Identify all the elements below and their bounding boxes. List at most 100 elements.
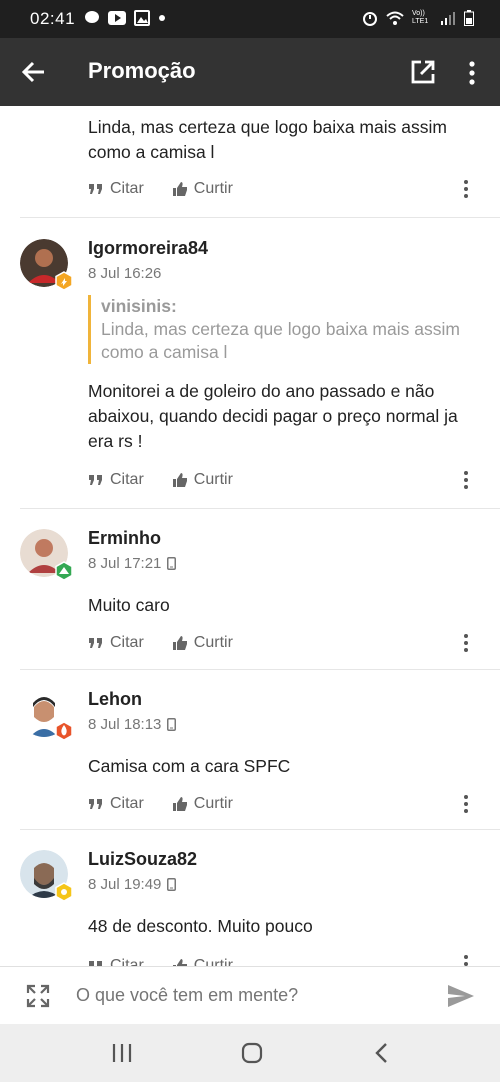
comment-text: 48 de desconto. Muito pouco: [88, 916, 313, 936]
rank-badge-icon: [55, 561, 73, 581]
recent-apps-icon[interactable]: [110, 1042, 134, 1064]
mobile-device-icon: [167, 718, 177, 731]
comment-author[interactable]: Erminho: [88, 528, 161, 549]
dot-icon: [159, 15, 165, 21]
comment-meta: 8 Jul 17:21: [88, 555, 177, 572]
like-label: Curtir: [193, 795, 233, 812]
comment-item: Erminho 8 Jul 17:21 Muito caro Citar Cur…: [0, 509, 500, 670]
rank-badge-icon: [55, 882, 73, 902]
open-in-new-icon[interactable]: [410, 59, 436, 85]
like-button[interactable]: Curtir: [172, 634, 233, 652]
like-button[interactable]: Curtir: [172, 180, 233, 198]
comment-item: LuizSouza82 8 Jul 19:49 48 de desconto. …: [0, 830, 500, 966]
chat-bubble-icon: [85, 11, 99, 23]
comment-more-icon[interactable]: [462, 794, 470, 814]
comment-actions: Citar Curtir: [88, 177, 261, 201]
avatar[interactable]: [20, 239, 73, 291]
comment-text: Monitorei a de goleiro do ano passado e …: [88, 381, 458, 451]
comment-actions: Citar Curtir: [88, 468, 261, 492]
volte-icon: Vo)) LTE1: [412, 10, 429, 25]
thumbs-up-icon: [172, 636, 187, 650]
comment-more-icon[interactable]: [462, 470, 470, 490]
system-nav-bar: [0, 1024, 500, 1082]
comment-date: 8 Jul 18:13: [88, 716, 162, 733]
avatar[interactable]: [20, 689, 73, 741]
expand-icon[interactable]: [26, 984, 50, 1008]
comment-more-icon[interactable]: [462, 954, 470, 966]
quote-author: vinisinis:: [101, 296, 177, 316]
comment-item: Lehon 8 Jul 18:13 Camisa com a cara SPFC…: [0, 670, 500, 830]
comment-date: 8 Jul 17:21: [88, 555, 162, 572]
avatar[interactable]: [20, 850, 73, 902]
thumbs-up-icon: [172, 182, 187, 196]
quote-label: Citar: [110, 795, 144, 812]
quote-label: Citar: [110, 634, 144, 651]
mobile-device-icon: [167, 878, 177, 891]
quoted-comment: vinisinis: Linda, mas certeza que logo b…: [88, 295, 481, 364]
comment-feed[interactable]: Linda, mas certeza que logo baixa mais a…: [0, 106, 500, 966]
arrow-back-icon[interactable]: [20, 58, 48, 86]
mobile-device-icon: [167, 557, 177, 570]
status-bar: 02:41 Vo)) LTE1: [0, 0, 500, 38]
comment-more-icon[interactable]: [462, 633, 470, 653]
signal-icon: [441, 12, 455, 25]
comment-date: 8 Jul 16:26: [88, 265, 162, 282]
battery-icon: [464, 10, 474, 26]
comment-item: Linda, mas certeza que logo baixa mais a…: [0, 106, 500, 218]
app-bar: Promoção: [0, 38, 500, 106]
quote-icon: [89, 184, 102, 194]
comment-date: 8 Jul 19:49: [88, 876, 162, 893]
quote-button[interactable]: Citar: [88, 795, 144, 813]
comment-author[interactable]: Lehon: [88, 689, 142, 710]
comment-more-icon[interactable]: [462, 179, 470, 199]
like-button[interactable]: Curtir: [172, 795, 233, 813]
quote-button[interactable]: Citar: [88, 180, 144, 198]
avatar[interactable]: [20, 529, 73, 581]
comment-text: Linda, mas certeza que logo baixa mais a…: [88, 117, 447, 162]
home-icon[interactable]: [240, 1042, 264, 1064]
rank-badge-icon: [55, 721, 73, 741]
like-label: Curtir: [193, 180, 233, 197]
like-label: Curtir: [193, 471, 233, 488]
back-nav-icon[interactable]: [370, 1042, 394, 1064]
comment-actions: Citar Curtir: [88, 792, 261, 816]
page-title: Promoção: [88, 58, 196, 83]
comment-actions: Citar Curtir: [88, 631, 261, 655]
comment-meta: 8 Jul 16:26: [88, 265, 161, 282]
quote-icon: [89, 475, 102, 485]
comment-meta: 8 Jul 19:49: [88, 876, 177, 893]
quote-icon: [89, 799, 102, 809]
status-left-icons: [84, 10, 166, 26]
quote-button[interactable]: Citar: [88, 471, 144, 489]
quote-label: Citar: [110, 471, 144, 488]
status-right-icons: Vo)) LTE1: [362, 10, 474, 26]
comment-author[interactable]: LuizSouza82: [88, 849, 197, 870]
reply-composer: [0, 966, 500, 1025]
quote-label: Citar: [110, 180, 144, 197]
comment-author[interactable]: Igormoreira84: [88, 238, 208, 259]
wifi-icon: [386, 11, 404, 25]
like-label: Curtir: [193, 957, 233, 966]
thumbs-up-icon: [172, 473, 187, 487]
like-button[interactable]: Curtir: [172, 957, 233, 966]
more-vert-icon[interactable]: [466, 60, 478, 86]
quote-label: Citar: [110, 957, 144, 966]
comment-text: Camisa com a cara SPFC: [88, 756, 291, 776]
rank-badge-icon: [55, 271, 73, 291]
comment-text: Muito caro: [88, 595, 170, 615]
send-icon[interactable]: [447, 984, 475, 1008]
comment-meta: 8 Jul 18:13: [88, 716, 177, 733]
image-icon: [134, 10, 150, 26]
alarm-icon: [363, 12, 377, 26]
reply-input[interactable]: [74, 984, 428, 1007]
like-button[interactable]: Curtir: [172, 471, 233, 489]
quote-icon: [89, 638, 102, 648]
thumbs-up-icon: [172, 797, 187, 811]
comment-item: Igormoreira84 8 Jul 16:26 vinisinis: Lin…: [0, 218, 500, 509]
quote-text: Linda, mas certeza que logo baixa mais a…: [101, 319, 460, 362]
comment-actions: Citar Curtir: [88, 954, 261, 966]
youtube-icon: [108, 11, 126, 25]
quote-button[interactable]: Citar: [88, 634, 144, 652]
quote-button[interactable]: Citar: [88, 957, 144, 966]
status-time: 02:41: [30, 9, 76, 28]
